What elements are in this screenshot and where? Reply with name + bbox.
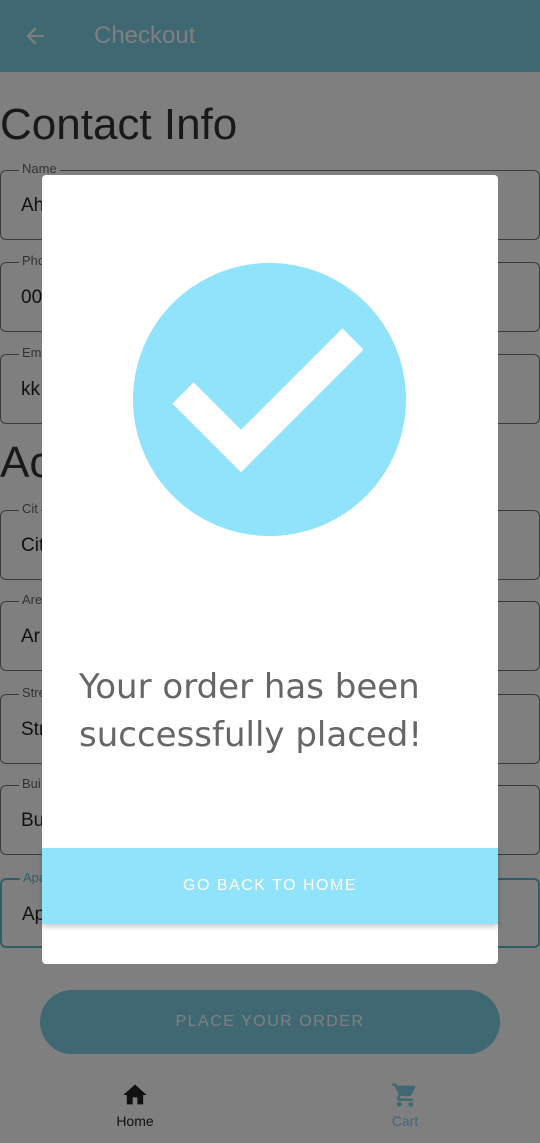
success-message: Your order has been successfully placed! xyxy=(79,667,423,755)
go-back-home-button[interactable]: GO BACK TO HOME xyxy=(42,848,498,924)
order-success-dialog: Your order has been successfully placed!… xyxy=(42,175,498,964)
checkmark-icon xyxy=(172,328,364,473)
success-check-icon xyxy=(133,263,406,536)
